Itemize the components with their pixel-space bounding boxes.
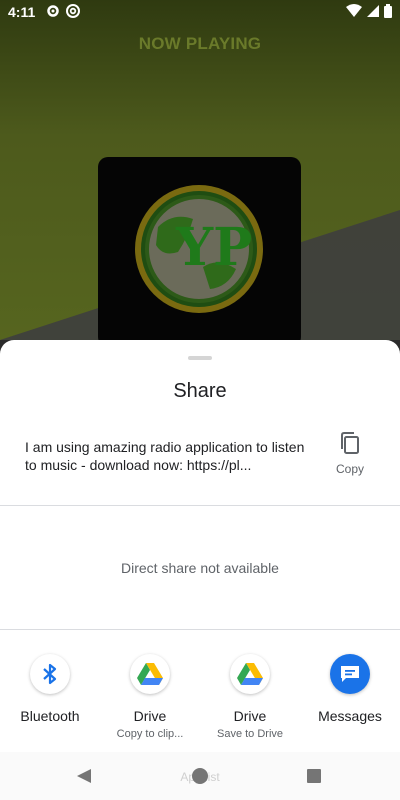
share-target-drive-copy[interactable]: Drive Copy to clip...: [100, 650, 200, 740]
bluetooth-icon: [30, 654, 70, 694]
share-target-messages[interactable]: Messages: [300, 650, 400, 724]
album-art-logo-text: YP: [175, 217, 252, 278]
share-preview-text: I am using amazing radio application to …: [25, 439, 305, 473]
share-target-name: Drive: [133, 708, 167, 724]
divider-top: [0, 505, 400, 506]
navigation-bar: App list: [0, 752, 400, 800]
messages-icon: [330, 654, 370, 694]
battery-icon: [384, 4, 392, 21]
share-target-name: Bluetooth: [20, 708, 80, 724]
divider-bottom: [0, 629, 400, 630]
sheet-drag-handle[interactable]: [188, 356, 212, 360]
share-target-name: Messages: [318, 708, 382, 724]
share-sheet-title: Share: [173, 380, 227, 402]
copy-button[interactable]: Copy: [330, 430, 370, 480]
share-target-drive-save[interactable]: Drive Save to Drive: [200, 650, 300, 740]
status-bar: 4:11: [0, 0, 400, 24]
recent-apps-icon[interactable]: [307, 769, 321, 783]
status-time: 4:11: [8, 4, 36, 20]
now-playing-title: NOW PLAYING: [138, 34, 262, 53]
copy-label: Copy: [335, 462, 364, 476]
back-icon[interactable]: [76, 768, 92, 789]
google-drive-icon: [130, 654, 170, 694]
at-sign-icon: [66, 4, 80, 21]
share-target-subtitle: Copy to clip...: [116, 728, 184, 740]
share-target-subtitle: Save to Drive: [216, 728, 284, 740]
copy-icon: [339, 432, 361, 460]
direct-share-message: Direct share not available: [121, 560, 279, 576]
home-icon[interactable]: [192, 768, 208, 784]
share-target-name: Drive: [233, 708, 267, 724]
google-drive-icon: [230, 654, 270, 694]
cellular-signal-icon: [366, 4, 380, 21]
share-target-bluetooth[interactable]: Bluetooth: [0, 650, 100, 724]
gear-icon: [46, 4, 60, 21]
wifi-icon: [346, 4, 362, 21]
share-sheet: Share I am using amazing radio applicati…: [0, 340, 400, 752]
album-art: YP: [98, 157, 301, 347]
